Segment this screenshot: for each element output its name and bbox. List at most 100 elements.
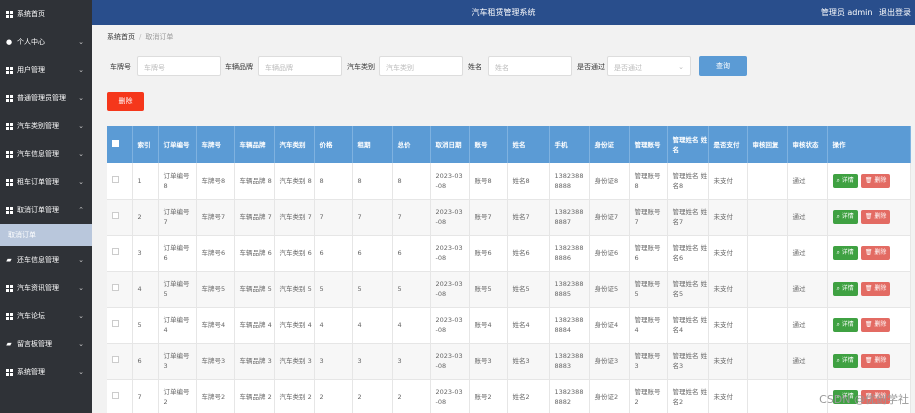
cell-price: 6 — [314, 235, 353, 272]
cell-brand: 车辆品牌 5 — [234, 271, 275, 308]
row-delete-button[interactable]: 🗑 删除 — [860, 318, 891, 332]
breadcrumb: 系统首页 / 取消订单 — [107, 32, 173, 42]
sidebar-item[interactable]: 普通管理员管理 ⌄ — [0, 84, 92, 112]
delete-label: 删除 — [874, 321, 887, 328]
row-checkbox[interactable] — [112, 248, 119, 255]
cell-actions: ⌕ 详情 🗑 删除 — [827, 235, 911, 272]
detail-button[interactable]: ⌕ 详情 — [832, 318, 858, 332]
thumb-icon: ▰ — [6, 256, 12, 264]
cell-term: 8 — [352, 163, 393, 200]
cell-price: 7 — [314, 199, 353, 236]
cell-reply — [747, 343, 788, 380]
sidebar-item[interactable]: 系统管理 ⌄ — [0, 358, 92, 386]
row-checkbox[interactable] — [112, 284, 119, 291]
chevron-down-icon: ⌄ — [78, 66, 84, 74]
cell-name: 姓名6 — [507, 235, 550, 272]
logout-link[interactable]: 退出登录 — [879, 8, 911, 17]
row-checkbox[interactable] — [112, 212, 119, 219]
column-header: 总价 — [392, 126, 431, 163]
row-select-cell — [107, 271, 133, 308]
brand-input[interactable]: 车辆品牌 — [258, 56, 342, 76]
sidebar-item[interactable]: ▰ 留言板管理 ⌄ — [0, 330, 92, 358]
cell-term: 6 — [352, 235, 393, 272]
detail-label: 详情 — [841, 249, 854, 256]
detail-button[interactable]: ⌕ 详情 — [832, 282, 858, 296]
row-select-cell — [107, 163, 133, 200]
search-button[interactable]: 查询 — [699, 56, 747, 76]
cell-actions: ⌕ 详情 🗑 删除 — [827, 199, 911, 236]
detail-label: 详情 — [841, 176, 854, 184]
detail-button[interactable]: ⌕ 详情 — [832, 354, 858, 368]
chevron-down-icon: ⌄ — [78, 312, 84, 320]
cell-brand: 车辆品牌 2 — [234, 379, 275, 413]
detail-button[interactable]: ⌕ 详情 — [832, 210, 858, 224]
search-icon: ⌕ — [836, 285, 840, 292]
row-delete-button[interactable]: 🗑 删除 — [860, 354, 891, 368]
detail-label: 详情 — [841, 213, 854, 220]
sidebar-item[interactable]: 汽车论坛 ⌄ — [0, 302, 92, 330]
approved-select[interactable]: 是否通过 ⌄ — [607, 56, 691, 76]
row-delete-button[interactable]: 🗑 删除 — [860, 282, 891, 296]
cell-total: 4 — [392, 307, 431, 344]
cell-mgr_acc: 管理账号 8 — [629, 163, 668, 200]
name-input[interactable]: 姓名 — [488, 56, 572, 76]
detail-button[interactable]: ⌕ 详情 — [832, 173, 858, 188]
row-checkbox[interactable] — [112, 175, 119, 183]
row-select-cell — [107, 343, 133, 380]
type-input[interactable]: 汽车类别 — [379, 56, 463, 76]
delete-label: 删除 — [874, 285, 887, 292]
cell-total: 7 — [392, 199, 431, 236]
trash-icon: 🗑 — [864, 357, 873, 364]
sidebar-item[interactable]: ● 个人中心 ⌄ — [0, 28, 92, 56]
sidebar-item[interactable]: 用户管理 ⌄ — [0, 56, 92, 84]
watermark: CSDN @优创学社 — [819, 393, 909, 406]
cell-phone: 1382388 8886 — [549, 235, 590, 272]
grid-icon — [5, 368, 13, 376]
cell-term: 2 — [352, 379, 393, 413]
row-checkbox[interactable] — [112, 392, 119, 399]
column-header[interactable] — [107, 126, 133, 163]
breadcrumb-home[interactable]: 系统首页 — [107, 33, 135, 41]
trash-icon: 🗑 — [864, 249, 873, 256]
cell-price: 8 — [314, 163, 353, 200]
column-header: 姓名 — [507, 126, 550, 163]
grid-icon — [5, 66, 13, 74]
sidebar-item[interactable]: ▰ 还车信息管理 ⌄ — [0, 246, 92, 274]
cell-paid: 未支付 — [708, 379, 748, 413]
sidebar-item[interactable]: 汽车类别管理 ⌄ — [0, 112, 92, 140]
row-select-cell — [107, 379, 133, 413]
cell-mgr_acc: 管理账号 4 — [629, 307, 668, 344]
plate-input[interactable]: 车牌号 — [137, 56, 221, 76]
grid-icon — [5, 206, 13, 214]
sidebar-item[interactable]: 取消订单管理 ⌃ — [0, 196, 92, 224]
row-checkbox[interactable] — [112, 356, 119, 363]
cell-total: 3 — [392, 343, 431, 380]
row-checkbox[interactable] — [112, 320, 119, 327]
cell-mgr_acc: 管理账号 3 — [629, 343, 668, 380]
cell-name: 姓名7 — [507, 199, 550, 236]
grid-icon — [5, 94, 13, 102]
cell-idx: 2 — [132, 199, 159, 236]
approved-label: 是否通过 — [577, 63, 605, 71]
batch-delete-button[interactable]: 删除 — [107, 92, 144, 111]
sidebar-subitem-cancel-orders[interactable]: 取消订单 — [0, 224, 92, 246]
cell-phone: 1382388 8887 — [549, 199, 590, 236]
sidebar-item[interactable]: 租车订单管理 ⌄ — [0, 168, 92, 196]
row-delete-button[interactable]: 🗑 删除 — [860, 246, 891, 260]
cell-phone: 1382388 8885 — [549, 271, 590, 308]
cell-plate: 车牌号6 — [196, 235, 235, 272]
cell-mgr_acc: 管理账号 7 — [629, 199, 668, 236]
app-title: 汽车租赁管理系统 — [471, 8, 536, 17]
delete-label: 删除 — [874, 357, 887, 364]
sidebar-item-label: 汽车资讯管理 — [17, 284, 59, 292]
cell-mgr_name: 管理姓名 姓名4 — [667, 307, 709, 344]
select-all-checkbox[interactable] — [112, 139, 119, 147]
row-delete-button[interactable]: 🗑 删除 — [860, 173, 891, 188]
sidebar-item[interactable]: 汽车资讯管理 ⌄ — [0, 274, 92, 302]
cell-total: 5 — [392, 271, 431, 308]
detail-button[interactable]: ⌕ 详情 — [832, 246, 858, 260]
cell-date: 2023-03 -08 — [430, 307, 470, 344]
sidebar-item[interactable]: 系统首页 — [0, 0, 92, 28]
row-delete-button[interactable]: 🗑 删除 — [860, 210, 891, 224]
sidebar-item[interactable]: 汽车信息管理 ⌄ — [0, 140, 92, 168]
